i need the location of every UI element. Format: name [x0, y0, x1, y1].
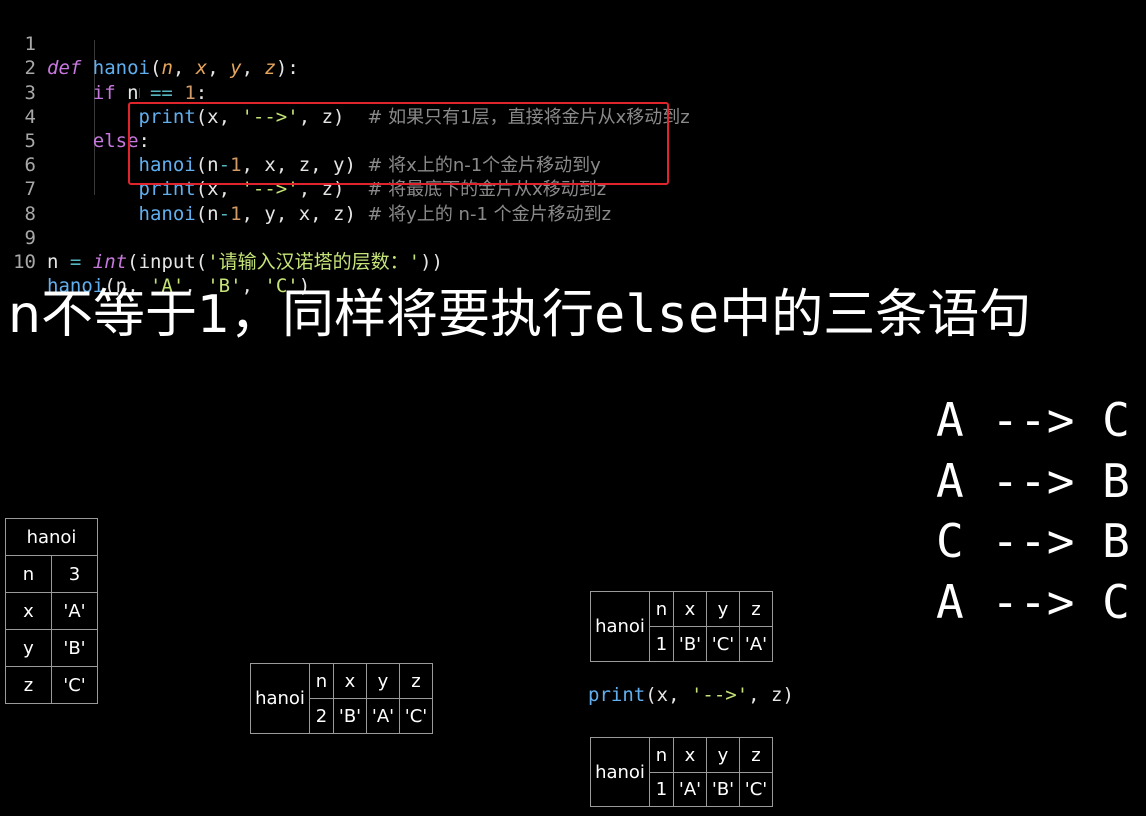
frame-title: hanoi: [590, 591, 650, 662]
code-line-9: 9 n = int(input('请输入汉诺塔的层数：')): [0, 202, 760, 273]
frame-value: 1: [649, 626, 674, 662]
frame-value: 'A': [739, 626, 773, 662]
frame-header: z: [739, 591, 773, 627]
caption-keyword: else: [594, 285, 720, 345]
frame-value: 'C': [399, 698, 433, 734]
code-line-2: 2 if n == 1:: [0, 32, 760, 103]
frame-value: 'C': [706, 626, 740, 662]
stack-frame-mid: hanoi n x y z 2 'B' 'A' 'C': [250, 663, 433, 734]
frame-value: 'B': [706, 772, 740, 807]
frame-value: 'A': [366, 698, 400, 734]
stack-frame-bottom: hanoi n x y z 1 'A' 'B' 'C': [590, 737, 773, 807]
code-text: (input(: [127, 250, 208, 273]
frame-value: 'A': [51, 592, 98, 630]
frame-header: n: [649, 591, 674, 627]
frame-value: 1: [649, 772, 674, 807]
operator: =: [69, 250, 82, 273]
code-text: , z): [748, 684, 794, 706]
frame-header: x: [673, 737, 707, 773]
builtin: int: [92, 250, 128, 273]
frame-title: hanoi: [5, 518, 98, 556]
frame-value: 'C': [51, 666, 98, 704]
string: '-->': [690, 684, 749, 706]
frame-var: x: [5, 592, 52, 630]
frame-value: 'B': [51, 629, 98, 667]
stack-frame-main: hanoi n3 x 'A' y 'B' z 'C': [5, 518, 98, 704]
frame-title: hanoi: [590, 737, 650, 807]
frame-header: y: [366, 663, 400, 699]
frame-header: n: [649, 737, 674, 773]
frame-var: y: [5, 629, 52, 667]
move-line: A --> C: [936, 393, 1130, 447]
code-text: n: [47, 250, 70, 273]
frame-header: y: [706, 591, 740, 627]
frame-header: x: [673, 591, 707, 627]
frame-value: 'B': [333, 698, 367, 734]
frame-var: n: [5, 555, 52, 593]
stack-frame-top: hanoi n x y z 1 'B' 'C' 'A': [590, 591, 773, 662]
move-line: C --> B: [936, 514, 1130, 568]
frame-header: z: [739, 737, 773, 773]
frame-header: z: [399, 663, 433, 699]
caption-text: 中的三条语句: [719, 285, 1032, 345]
move-output: A --> C A --> B C --> B A --> C: [936, 390, 1130, 632]
code-line-3: 3 print(x, '-->', z) # 如果只有1层，直接将金片从x移动到…: [0, 56, 760, 128]
string: '请输入汉诺塔的层数：': [207, 250, 421, 273]
frame-value: 'A': [673, 772, 707, 807]
code-line-1: 1 def hanoi(n, x, y, z):: [0, 8, 760, 79]
code-line-10: 10 hanoi(n, 'A', 'B', 'C'): [0, 226, 760, 297]
code-text: )): [420, 250, 443, 273]
frame-value: 'B': [673, 626, 707, 662]
move-line: A --> B: [936, 453, 1130, 508]
frame-value: 3: [51, 555, 98, 593]
caption-text: n不等于1，同样将要执行: [8, 285, 595, 345]
print-call: print(x, '-->', z): [588, 684, 794, 706]
function-name: print: [588, 684, 646, 706]
frame-header: x: [333, 663, 367, 699]
move-line: A --> C: [936, 574, 1130, 629]
frame-title: hanoi: [250, 663, 310, 734]
code-text: (x,: [645, 684, 691, 706]
headline-caption: n不等于1，同样将要执行else中的三条语句: [8, 283, 1031, 347]
highlight-box: [128, 102, 669, 185]
frame-value: 'C': [739, 772, 773, 807]
frame-var: z: [5, 666, 52, 704]
frame-header: n: [309, 663, 334, 699]
frame-header: y: [706, 737, 740, 773]
line-number: 10: [13, 250, 36, 273]
frame-value: 2: [309, 698, 334, 734]
